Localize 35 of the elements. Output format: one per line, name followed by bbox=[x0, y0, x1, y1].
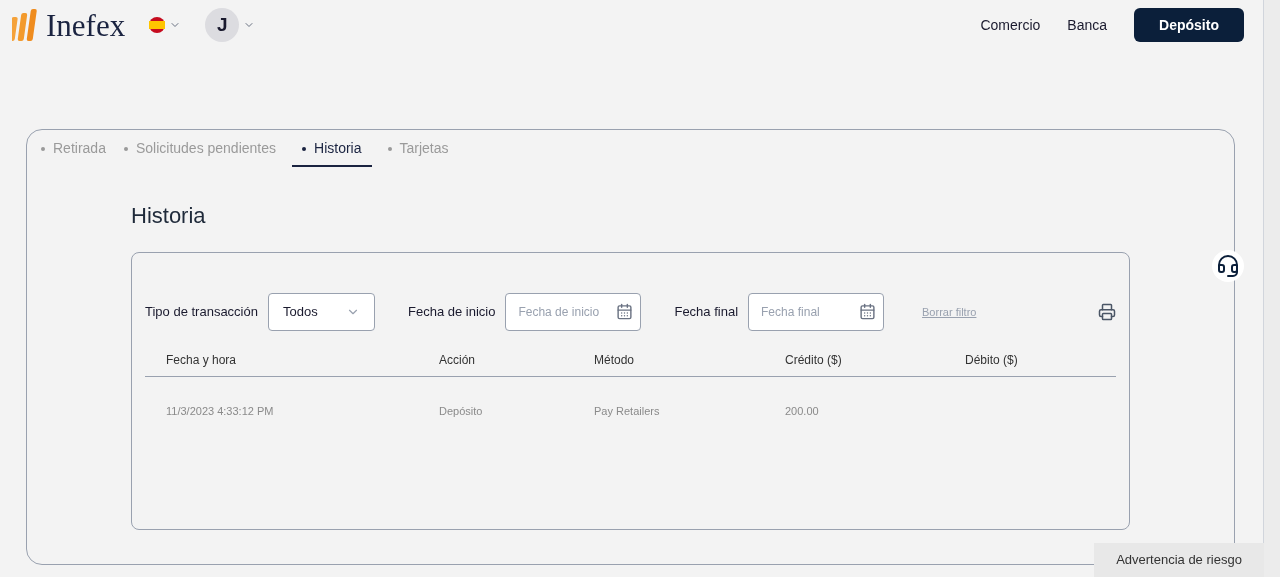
table-cell-text: Pay Retailers bbox=[594, 404, 661, 419]
table-cell-text: 200.00 bbox=[785, 404, 820, 419]
logo-text: Inefex bbox=[46, 9, 126, 41]
filter-label: Fecha de inicio bbox=[408, 303, 496, 322]
tab[interactable]: Historia bbox=[292, 138, 372, 167]
end-date-field[interactable]: Fecha final bbox=[748, 293, 885, 331]
deposit-button[interactable]: Depósito bbox=[1134, 8, 1244, 42]
headset-icon bbox=[1216, 254, 1240, 278]
avatar: J bbox=[205, 8, 240, 42]
start-date-field[interactable]: Fecha de inicio bbox=[505, 293, 642, 331]
column-header: Acción bbox=[439, 352, 477, 369]
bullet-icon bbox=[302, 146, 307, 151]
print-icon[interactable] bbox=[1098, 303, 1116, 321]
transaction-type-dropdown[interactable]: Todos bbox=[268, 293, 375, 331]
table-cell-text: Depósito bbox=[439, 404, 484, 419]
filter-label: Fecha final bbox=[674, 303, 739, 322]
column-header: Débito ($) bbox=[965, 352, 1019, 369]
column-header: Crédito ($) bbox=[785, 352, 843, 369]
bullet-icon bbox=[41, 146, 45, 151]
account-menu[interactable]: J bbox=[205, 8, 256, 42]
bullet-icon bbox=[123, 146, 128, 151]
risk-warning-button[interactable]: Advertencia de riesgo bbox=[1094, 543, 1264, 577]
bullet-icon bbox=[387, 146, 392, 151]
column-header: Fecha y hora bbox=[166, 352, 238, 369]
nav-link[interactable]: Banca bbox=[1067, 14, 1107, 36]
table-cell-text: 11/3/2023 4:33:12 PM bbox=[166, 404, 275, 419]
filter-label: Tipo de transacción bbox=[145, 303, 258, 322]
flag-icon bbox=[149, 17, 166, 33]
page-title: Historia bbox=[131, 202, 207, 230]
column-header: Método bbox=[594, 352, 636, 369]
nav-link[interactable]: Comercio bbox=[980, 14, 1041, 36]
language-selector[interactable] bbox=[149, 17, 182, 33]
calendar-icon bbox=[859, 303, 877, 320]
support-button[interactable] bbox=[1212, 250, 1244, 282]
calendar-icon bbox=[616, 303, 634, 320]
